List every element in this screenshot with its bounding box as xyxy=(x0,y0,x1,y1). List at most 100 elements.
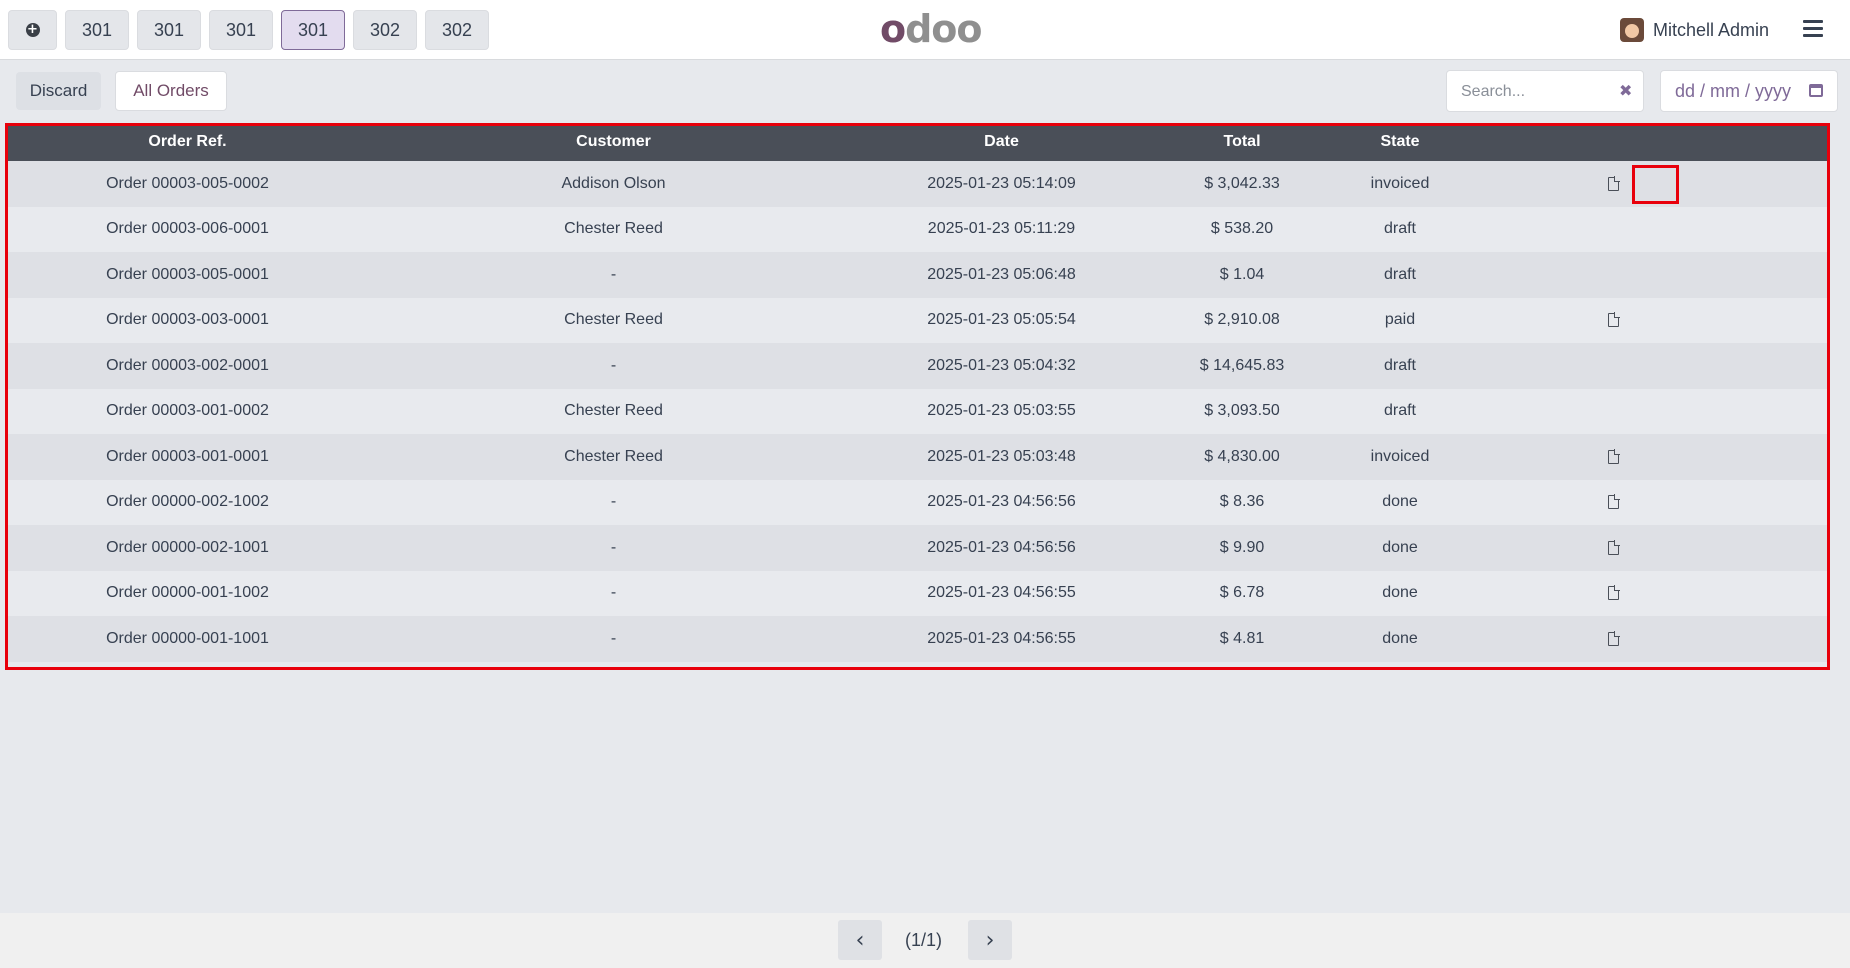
file-icon[interactable] xyxy=(1608,312,1620,328)
state-cell: draft xyxy=(1338,343,1462,389)
file-icon[interactable] xyxy=(1608,175,1620,191)
order-ref-cell: Order 00000-002-1001 xyxy=(5,525,370,571)
state-cell: invoiced xyxy=(1338,434,1462,480)
table-row[interactable]: Order 00003-001-0002 Chester Reed 2025-01-… xyxy=(5,388,1830,434)
column-header-invoice xyxy=(1462,123,1830,161)
state-cell: done xyxy=(1338,479,1462,525)
order-tab-1[interactable]: 301 xyxy=(137,10,201,50)
table-row[interactable]: Order 00003-003-0001 Chester Reed 2025-01-… xyxy=(5,297,1830,343)
order-ref-cell: Order 00003-005-0002 xyxy=(5,161,370,207)
all-orders-filter-button[interactable]: All Orders xyxy=(115,71,227,111)
state-cell: paid xyxy=(1338,297,1462,343)
invoice-cell xyxy=(1462,161,1830,207)
chevron-right-icon: › xyxy=(985,927,995,953)
file-icon[interactable] xyxy=(1608,539,1620,555)
user-menu[interactable]: Mitchell Admin xyxy=(1620,16,1769,44)
invoice-cell xyxy=(1462,252,1830,298)
file-icon[interactable] xyxy=(1608,585,1620,601)
search-input[interactable] xyxy=(1459,80,1613,104)
total-cell: $ 14,645.83 xyxy=(1146,343,1338,389)
invoice-cell xyxy=(1462,616,1830,662)
odoo-logo: odoo xyxy=(880,7,983,51)
table-row[interactable]: Order 00003-002-0001-2025-01-23 05:04:32… xyxy=(5,343,1830,389)
order-tab-4[interactable]: 302 xyxy=(353,10,417,50)
order-tab-5[interactable]: 302 xyxy=(425,10,489,50)
state-cell: done xyxy=(1338,570,1462,616)
top-navbar: + 301 301 301 301 302 302 odoo Mitchell Admin xyxy=(0,0,1850,60)
table-row[interactable]: Order 00000-001-1002-2025-01-23 04:56:55… xyxy=(5,570,1830,616)
customer-cell: - xyxy=(370,479,857,525)
date-cell: 2025-01-23 05:11:29 xyxy=(857,206,1146,252)
customer-cell: Addison Olson xyxy=(370,161,857,207)
order-ref-cell: Order 00003-002-0001 xyxy=(5,343,370,389)
customer-cell: Chester Reed xyxy=(370,434,857,480)
invoice-cell xyxy=(1462,206,1830,252)
customer-cell: Chester Reed xyxy=(370,388,857,434)
order-ref-cell: Order 00003-001-0002 xyxy=(5,388,370,434)
search-field: ✖ xyxy=(1446,70,1644,112)
order-ref-cell: Order 00003-005-0001 xyxy=(5,252,370,298)
date-cell: 2025-01-23 04:56:56 xyxy=(857,479,1146,525)
order-ref-cell: Order 00003-001-0001 xyxy=(5,434,370,480)
file-icon[interactable] xyxy=(1608,448,1620,464)
invoice-cell xyxy=(1462,479,1830,525)
state-cell: invoiced xyxy=(1338,161,1462,207)
date-cell: 2025-01-23 04:56:55 xyxy=(857,616,1146,662)
discard-button[interactable]: Discard xyxy=(16,72,101,110)
order-tab-3[interactable]: 301 xyxy=(281,10,345,50)
previous-page-button[interactable]: ‹ xyxy=(838,920,882,960)
total-cell: $ 6.78 xyxy=(1146,570,1338,616)
order-tab-2[interactable]: 301 xyxy=(209,10,273,50)
table-header-row: Order Ref. Customer Date Total State xyxy=(5,123,1830,161)
date-filter-field[interactable]: dd / mm / yyyy xyxy=(1660,70,1838,112)
chevron-left-icon: ‹ xyxy=(855,927,865,953)
invoice-cell xyxy=(1462,434,1830,480)
customer-cell: Chester Reed xyxy=(370,206,857,252)
column-header-customer[interactable]: Customer xyxy=(370,123,857,161)
customer-cell: - xyxy=(370,616,857,662)
hamburger-icon[interactable] xyxy=(1803,20,1823,38)
total-cell: $ 9.90 xyxy=(1146,525,1338,571)
file-icon[interactable] xyxy=(1608,630,1620,646)
invoice-cell xyxy=(1462,343,1830,389)
new-order-button[interactable]: + xyxy=(8,10,57,50)
date-input-placeholder: dd / mm / yyyy xyxy=(1675,81,1792,101)
pager-counter: (1/1) xyxy=(905,930,943,950)
invoice-cell xyxy=(1462,525,1830,571)
state-cell: draft xyxy=(1338,206,1462,252)
order-ref-cell: Order 00000-001-1001 xyxy=(5,616,370,662)
customer-cell: - xyxy=(370,252,857,298)
table-row[interactable]: Order 00000-002-1001-2025-01-23 04:56:56… xyxy=(5,525,1830,571)
table-row[interactable]: Order 00003-005-0001-2025-01-23 05:06:48… xyxy=(5,252,1830,298)
order-tab-0[interactable]: 301 xyxy=(65,10,129,50)
total-cell: $ 3,042.33 xyxy=(1146,161,1338,207)
invoice-cell xyxy=(1462,570,1830,616)
total-cell: $ 3,093.50 xyxy=(1146,388,1338,434)
plus-circle-icon: + xyxy=(25,22,40,37)
customer-cell: Chester Reed xyxy=(370,297,857,343)
date-cell: 2025-01-23 05:03:55 xyxy=(857,388,1146,434)
table-row[interactable]: Order 00000-001-1001-2025-01-23 04:56:55… xyxy=(5,616,1830,662)
column-header-date[interactable]: Date xyxy=(857,123,1146,161)
orders-table: Order Ref. Customer Date Total State Ord… xyxy=(5,123,1830,662)
table-row[interactable]: Order 00003-006-0001 Chester Reed 2025-01-… xyxy=(5,206,1830,252)
customer-cell: - xyxy=(370,525,857,571)
column-header-order-ref[interactable]: Order Ref. xyxy=(5,123,370,161)
order-ref-cell: Order 00003-006-0001 xyxy=(5,206,370,252)
customer-cell: - xyxy=(370,343,857,389)
column-header-total[interactable]: Total xyxy=(1146,123,1338,161)
invoice-cell xyxy=(1462,297,1830,343)
total-cell: $ 4.81 xyxy=(1146,616,1338,662)
table-row[interactable]: Order 00003-001-0001 Chester Reed 2025-01-… xyxy=(5,434,1830,480)
table-row[interactable]: Order 00000-002-1002-2025-01-23 04:56:56… xyxy=(5,479,1830,525)
file-icon[interactable] xyxy=(1608,494,1620,510)
date-cell: 2025-01-23 05:03:48 xyxy=(857,434,1146,480)
order-ref-cell: Order 00000-002-1002 xyxy=(5,479,370,525)
order-ref-cell: Order 00000-001-1002 xyxy=(5,570,370,616)
column-header-state[interactable]: State xyxy=(1338,123,1462,161)
calendar-icon[interactable] xyxy=(1809,84,1823,97)
state-cell: done xyxy=(1338,525,1462,571)
next-page-button[interactable]: › xyxy=(968,920,1012,960)
table-row[interactable]: Order 00003-005-0002 Addison Olson 2025-01… xyxy=(5,161,1830,207)
close-icon[interactable]: ✖ xyxy=(1619,81,1632,100)
